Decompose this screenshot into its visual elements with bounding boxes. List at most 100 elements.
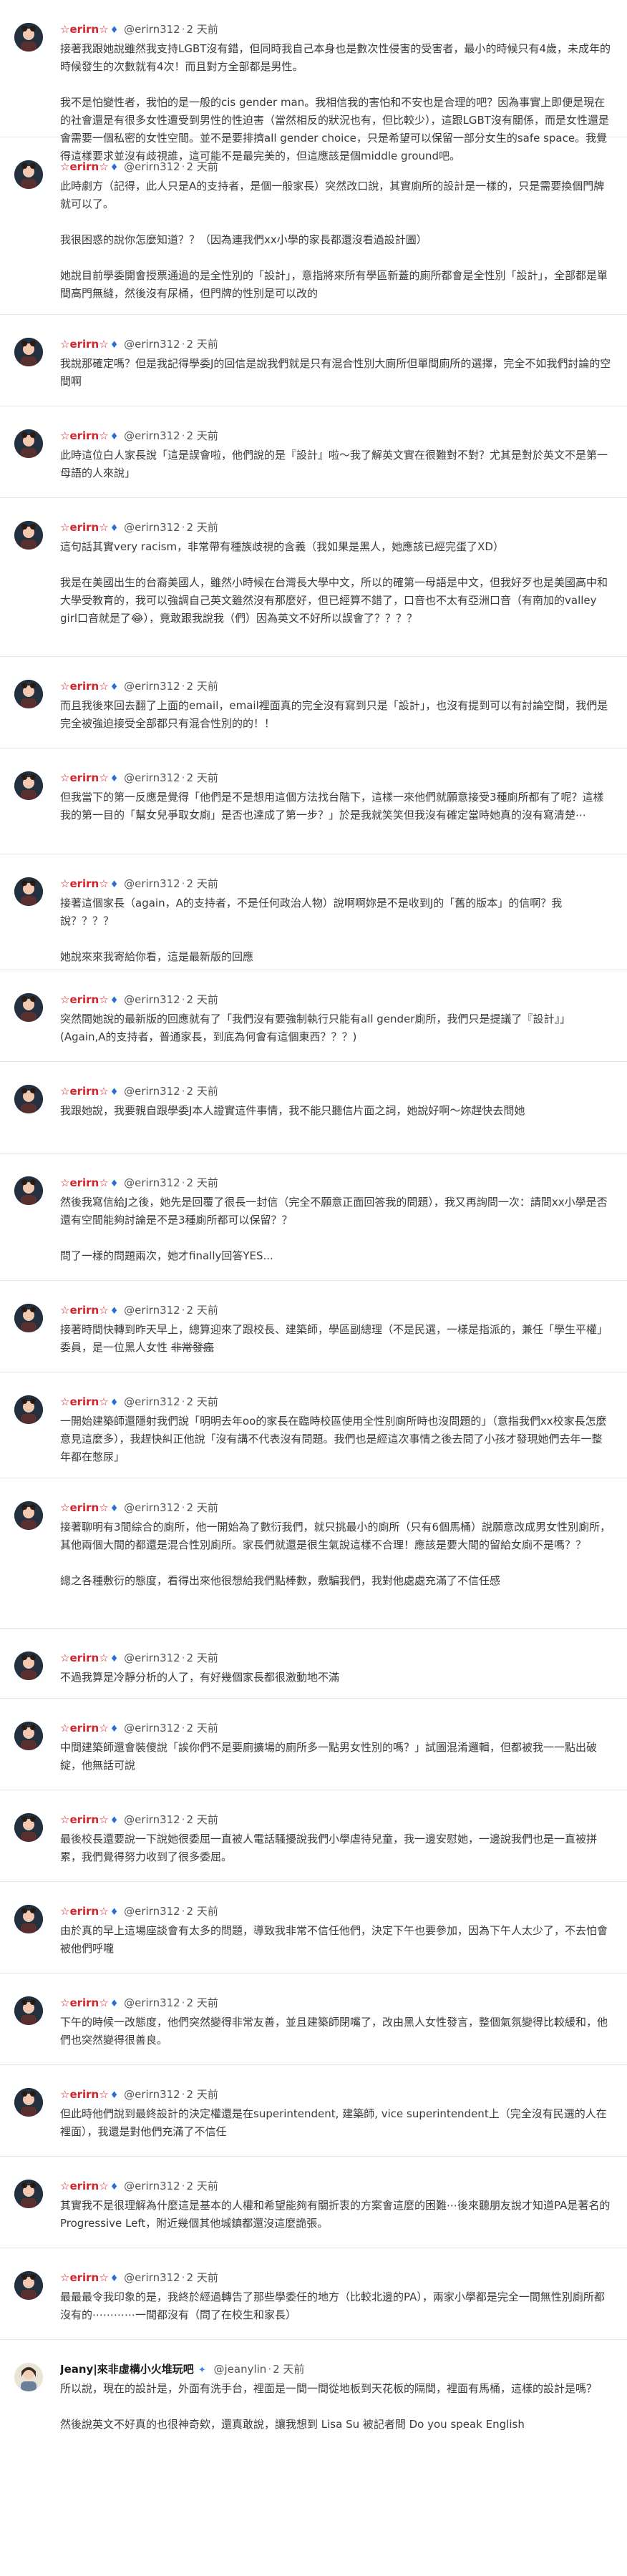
author-handle[interactable]: @erirn312 (124, 1722, 180, 1735)
avatar[interactable] (14, 1996, 43, 2025)
author-handle[interactable]: @erirn312 (124, 2180, 180, 2192)
avatar[interactable] (14, 1501, 43, 1530)
author-name[interactable]: ☆erirn☆ (60, 521, 109, 534)
author-handle[interactable]: @erirn312 (124, 1905, 180, 1918)
author-handle[interactable]: @erirn312 (124, 1085, 180, 1098)
post-time[interactable]: 2 天前 (187, 1304, 218, 1317)
avatar[interactable] (14, 338, 43, 366)
post-time[interactable]: 2 天前 (187, 877, 218, 890)
post-meta: ☆erirn☆ ♦ @erirn312 · 2 天前 (60, 2087, 613, 2102)
post-time[interactable]: 2 天前 (187, 1905, 218, 1918)
post-time[interactable]: 2 天前 (187, 1996, 218, 2009)
avatar[interactable] (14, 680, 43, 708)
post-time[interactable]: 2 天前 (187, 2180, 218, 2192)
author-name[interactable]: Jeany|來非虛構小火堆玩吧 (60, 2363, 194, 2376)
author-handle[interactable]: @erirn312 (124, 1501, 180, 1514)
avatar[interactable] (14, 1395, 43, 1424)
post-time[interactable]: 2 天前 (187, 1722, 218, 1735)
post-time[interactable]: 2 天前 (187, 2271, 218, 2284)
author-name[interactable]: ☆erirn☆ (60, 771, 109, 784)
post-time[interactable]: 2 天前 (187, 338, 218, 351)
avatar[interactable] (14, 993, 43, 1022)
author-name[interactable]: ☆erirn☆ (60, 877, 109, 890)
post-time[interactable]: 2 天前 (187, 2088, 218, 2101)
avatar[interactable] (14, 160, 43, 189)
post-body: 這句話其實very racism，非常帶有種族歧視的含義（我如果是黑人，她應該已… (60, 538, 611, 628)
author-handle[interactable]: @erirn312 (124, 1176, 180, 1189)
author-name[interactable]: ☆erirn☆ (60, 429, 109, 442)
author-handle[interactable]: @jeanylin (214, 2363, 267, 2376)
post-time[interactable]: 2 天前 (187, 1176, 218, 1189)
author-name[interactable]: ☆erirn☆ (60, 1501, 109, 1514)
author-handle[interactable]: @erirn312 (124, 160, 180, 173)
avatar[interactable] (14, 1813, 43, 1842)
author-name[interactable]: ☆erirn☆ (60, 1304, 109, 1317)
post-time[interactable]: 2 天前 (187, 680, 218, 693)
post-time[interactable]: 2 天前 (187, 23, 218, 36)
avatar[interactable] (14, 429, 43, 458)
author-name[interactable]: ☆erirn☆ (60, 2088, 109, 2101)
author-handle[interactable]: @erirn312 (124, 429, 180, 442)
diamond-icon: ♦ (110, 523, 119, 534)
avatar[interactable] (14, 1905, 43, 1933)
author-name[interactable]: ☆erirn☆ (60, 1176, 109, 1189)
post-time[interactable]: 2 天前 (187, 429, 218, 442)
author-handle[interactable]: @erirn312 (124, 2271, 180, 2284)
avatar[interactable] (14, 2271, 43, 2300)
avatar[interactable] (14, 1304, 43, 1332)
author-name[interactable]: ☆erirn☆ (60, 160, 109, 173)
avatar[interactable] (14, 1176, 43, 1205)
author-name[interactable]: ☆erirn☆ (60, 1813, 109, 1826)
author-name[interactable]: ☆erirn☆ (60, 1722, 109, 1735)
author-name[interactable]: ☆erirn☆ (60, 993, 109, 1006)
separator: · (181, 1395, 185, 1408)
diamond-icon: ♦ (110, 879, 119, 890)
avatar[interactable] (14, 2180, 43, 2208)
author-handle[interactable]: @erirn312 (124, 338, 180, 351)
avatar[interactable] (14, 1085, 43, 1113)
author-name[interactable]: ☆erirn☆ (60, 23, 109, 36)
post-time[interactable]: 2 天前 (187, 160, 218, 173)
post-meta: ☆erirn☆ ♦ @erirn312 · 2 天前 (60, 678, 613, 694)
post-time[interactable]: 2 天前 (187, 1085, 218, 1098)
reply-post: ☆erirn☆ ♦ @erirn312 · 2 天前 接著這個家長（again，A的支… (0, 854, 627, 970)
author-name[interactable]: ☆erirn☆ (60, 1395, 109, 1408)
author-name[interactable]: ☆erirn☆ (60, 2180, 109, 2192)
post-time[interactable]: 2 天前 (187, 1395, 218, 1408)
author-handle[interactable]: @erirn312 (124, 23, 180, 36)
author-handle[interactable]: @erirn312 (124, 1395, 180, 1408)
author-handle[interactable]: @erirn312 (124, 1813, 180, 1826)
avatar[interactable] (14, 521, 43, 550)
author-name[interactable]: ☆erirn☆ (60, 1905, 109, 1918)
post-time[interactable]: 2 天前 (187, 1652, 218, 1664)
avatar[interactable] (14, 877, 43, 906)
author-name[interactable]: ☆erirn☆ (60, 338, 109, 351)
author-handle[interactable]: @erirn312 (124, 680, 180, 693)
avatar[interactable] (14, 23, 43, 52)
author-name[interactable]: ☆erirn☆ (60, 1996, 109, 2009)
post-time[interactable]: 2 天前 (187, 1813, 218, 1826)
post-time[interactable]: 2 天前 (273, 2363, 304, 2376)
post-time[interactable]: 2 天前 (187, 993, 218, 1006)
author-handle[interactable]: @erirn312 (124, 1996, 180, 2009)
avatar[interactable] (14, 1722, 43, 1750)
author-handle[interactable]: @erirn312 (124, 1304, 180, 1317)
avatar[interactable] (14, 2363, 43, 2391)
author-handle[interactable]: @erirn312 (124, 877, 180, 890)
post-time[interactable]: 2 天前 (187, 1501, 218, 1514)
post-paragraph: 接著這個家長（again，A的支持者，不是任何政治人物）說啊啊妳是不是收到J的「… (60, 897, 563, 927)
post-time[interactable]: 2 天前 (187, 771, 218, 784)
avatar[interactable] (14, 2088, 43, 2117)
avatar[interactable] (14, 771, 43, 800)
avatar[interactable] (14, 1652, 43, 1680)
author-handle[interactable]: @erirn312 (124, 2088, 180, 2101)
post-time[interactable]: 2 天前 (187, 521, 218, 534)
author-name[interactable]: ☆erirn☆ (60, 2271, 109, 2284)
author-handle[interactable]: @erirn312 (124, 771, 180, 784)
author-handle[interactable]: @erirn312 (124, 993, 180, 1006)
author-name[interactable]: ☆erirn☆ (60, 1652, 109, 1664)
author-name[interactable]: ☆erirn☆ (60, 680, 109, 693)
author-name[interactable]: ☆erirn☆ (60, 1085, 109, 1098)
author-handle[interactable]: @erirn312 (124, 521, 180, 534)
author-handle[interactable]: @erirn312 (124, 1652, 180, 1664)
